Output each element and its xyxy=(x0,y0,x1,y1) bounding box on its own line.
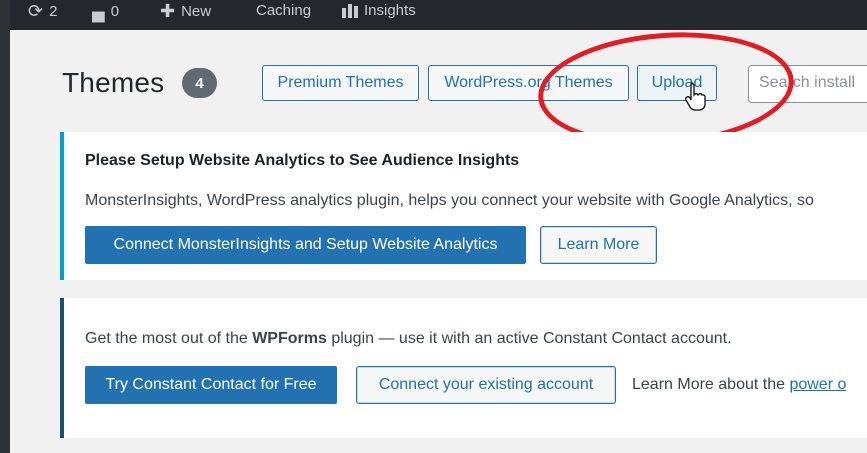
updates-count: 2 xyxy=(49,2,58,20)
notice-title: Please Setup Website Analytics to See Au… xyxy=(85,152,520,169)
comments-count: 0 xyxy=(110,2,120,20)
connect-existing-account-button[interactable]: Connect your existing account xyxy=(356,366,616,404)
left-window-edge xyxy=(0,0,10,453)
updates-icon: ⟳ xyxy=(28,1,44,21)
insights-bar-chart-icon xyxy=(342,3,358,18)
insights-label: Insights xyxy=(364,2,416,19)
notice-text-after: plugin — use it with an active Constant … xyxy=(326,330,732,347)
try-constant-contact-button[interactable]: Try Constant Contact for Free xyxy=(85,366,337,404)
connect-monsterinsights-button[interactable]: Connect MonsterInsights and Setup Websit… xyxy=(85,226,526,264)
main-content: Themes 4 Premium Themes WordPress.org Th… xyxy=(10,24,867,453)
notice-description: Get the most out of the WPForms plugin —… xyxy=(85,330,732,348)
caching-menu[interactable]: Caching xyxy=(256,2,311,19)
wpforms-notice: Get the most out of the WPForms plugin —… xyxy=(60,298,867,438)
learn-more-label: Learn More about the xyxy=(632,376,790,393)
insights-menu[interactable]: Insights xyxy=(342,2,416,19)
comments-menu[interactable]: ▄ 0 xyxy=(92,2,119,20)
premium-themes-button[interactable]: Premium Themes xyxy=(262,65,419,101)
new-content-menu[interactable]: ✚ New xyxy=(160,2,211,20)
learn-more-text: Learn More about the power o xyxy=(632,376,846,394)
page-title: Themes xyxy=(62,67,165,98)
search-installed-themes-input[interactable]: Search install xyxy=(748,65,867,103)
plus-icon: ✚ xyxy=(160,1,176,21)
wpforms-bold-text: WPForms xyxy=(252,330,327,347)
notice-text-before: Get the most out of the xyxy=(85,330,253,347)
wordpress-org-themes-button[interactable]: WordPress.org Themes xyxy=(428,65,629,101)
power-of-link[interactable]: power o xyxy=(789,376,846,393)
updates-menu[interactable]: ⟳ 2 xyxy=(28,2,57,20)
notice-description: MonsterInsights, WordPress analytics plu… xyxy=(85,192,814,209)
learn-more-button[interactable]: Learn More xyxy=(540,226,657,264)
hand-cursor-icon xyxy=(685,82,706,111)
theme-count-badge: 4 xyxy=(182,68,217,98)
comment-icon: ▄ xyxy=(92,1,105,21)
caching-label: Caching xyxy=(256,2,312,19)
analytics-notice: Please Setup Website Analytics to See Au… xyxy=(60,132,867,280)
new-label: New xyxy=(181,2,212,20)
admin-bar: ⟳ 2 ▄ 0 ✚ New Caching Insights xyxy=(10,0,867,30)
